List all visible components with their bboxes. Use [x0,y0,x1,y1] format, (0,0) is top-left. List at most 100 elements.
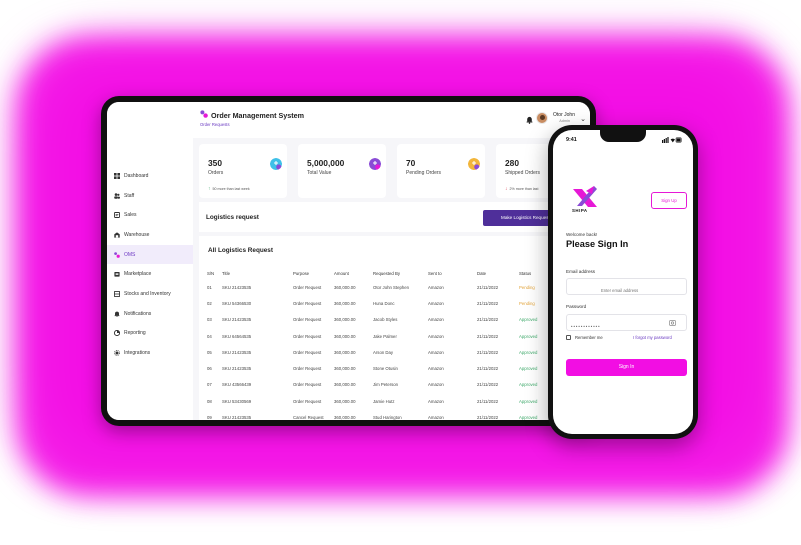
sign-in-heading: Please Sign In [566,239,629,249]
table-row[interactable]: 06 SKU 21423535 Order Request 360,000.00 Sto… [207,360,549,376]
logistics-table: S/N Title Purpose Amount Requested By Se… [207,267,549,421]
reporting-icon [114,330,120,337]
user-role: Admin [559,119,570,123]
email-field[interactable] [567,283,686,298]
table-cell: Amazon [428,382,444,388]
table-row[interactable]: 08 SKU 53430569 Order Request 360,000.00 Jam… [207,393,549,409]
inventory-icon [114,290,120,297]
sidebar-item-oms[interactable]: OMS [107,244,193,265]
tablet-screen: Dashboard Staff Sales Warehouse OMS Mark… [107,102,590,420]
stat-value: 70 [406,158,416,168]
table-row[interactable]: 02 SKU 54366530 Order Request 360,000.00 Hun… [207,295,549,311]
table-cell: 21/11/2022 [477,398,499,404]
table-cell: Arson Day [373,349,394,355]
table-cell: SKU 21423535 [222,349,252,355]
remember-me[interactable]: Remember me [566,335,603,340]
status-time: 9:41 [566,137,577,143]
arrow-up-icon: ↑ [208,186,211,192]
table-cell: SKU 53430569 [222,398,252,404]
table-cell: 21/11/2022 [477,333,499,339]
orders-badge-icon [270,158,282,170]
table-cell: 08 [207,398,212,404]
column-header: Date [477,270,487,276]
sidebar-item-reporting[interactable]: Reporting [107,324,193,344]
table-cell: SKU 21423535 [222,284,252,290]
email-label: Email address [566,269,596,274]
stat-note-text: 50 more than last week [212,187,250,191]
remember-label: Remember me [575,335,603,340]
remember-checkbox[interactable] [566,335,571,340]
oms-logo-icon [200,110,208,118]
sidebar-item-label: Warehouse [124,231,150,238]
sidebar-item-label: Dashboard [124,172,149,179]
table-row[interactable]: 04 SKU 64564535 Order Request 360,000.00 Jak… [207,328,549,344]
avatar[interactable] [536,112,548,124]
eye-icon[interactable] [669,320,676,326]
table-row[interactable]: 03 SKU 21423535 Order Request 360,000.00 Jac… [207,312,549,328]
table-cell: Jim Peterson [373,382,399,388]
user-name: Otor John [553,112,575,118]
table-cell: 06 [207,366,212,372]
table-row[interactable]: 07 SKU 43566439 Order Request 360,000.00 Jim… [207,377,549,393]
stat-note-text: 2% more than last [509,187,539,191]
table-cell: 21/11/2022 [477,382,499,388]
sidebar-item-integrations[interactable]: Integrations [107,343,193,363]
table-cell: SKU 21423535 [222,317,252,323]
column-header: Sent to [428,270,442,276]
breadcrumb[interactable]: Order Requests [200,122,230,127]
table-cell: Amazon [428,300,444,306]
sidebar-item-warehouse[interactable]: Warehouse [107,225,193,245]
table-row[interactable]: 05 SKU 21423535 Order Request 360,000.00 Ars… [207,344,549,360]
table-cell: Amazon [428,398,444,404]
column-header: S/N [207,270,215,276]
bell-icon [114,311,120,317]
column-header: Status [519,270,532,276]
table-cell: Huna Donc [373,300,395,306]
column-header: Purpose [293,270,310,276]
logistics-table-panel: All Logistics Request S/N Title Purpose … [199,236,590,420]
stat-label: Total Value [307,170,332,176]
sidebar-item-staff[interactable]: Staff [107,186,193,206]
sidebar-item-sales[interactable]: Sales [107,205,193,225]
table-row[interactable]: 09 SKU 21423535 Cancel Request 360,000.00 St… [207,409,549,420]
table-cell: SKU 43566439 [222,382,252,388]
table-cell: Cancel Request [293,415,324,420]
forgot-password-link[interactable]: I forgot my password [633,335,672,340]
table-cell: 21/11/2022 [477,366,499,372]
table-cell: SKU 21423535 [222,366,252,372]
notification-bell-icon[interactable] [526,116,533,124]
table-cell: Jake Palmer [373,333,397,339]
table-cell: SKU 21423535 [222,415,252,420]
tablet-device: Dashboard Staff Sales Warehouse OMS Mark… [101,96,596,426]
staff-icon [114,192,120,199]
sign-up-button[interactable]: Sign Up [651,192,687,209]
stat-card-total-value: 5,000,000 Total Value [298,144,386,198]
stat-value: 280 [505,158,519,168]
brand-wordmark: SHIPA [572,208,588,213]
status-cell: Pending [519,300,535,306]
table-cell: SKU 64564535 [222,333,252,339]
sidebar-item-label: Notifications [124,310,152,317]
sidebar-item-label: Integrations [124,350,151,357]
chevron-down-icon[interactable]: ⌄ [580,115,586,123]
table-cell: Order Request [293,300,322,306]
status-cell: Approved [519,317,538,323]
phone-screen: 9:41 SHIPA Sign Up Welcome back! Please … [553,130,693,434]
sign-in-button[interactable]: Sign In [566,359,687,376]
table-cell: Amazon [428,366,444,372]
status-bar-icons [662,137,682,143]
dashboard-icon [114,172,120,179]
sidebar-item-dashboard[interactable]: Dashboard [107,166,193,186]
table-cell: 03 [207,317,212,323]
table-cell: 360,000.00 [334,300,356,306]
sidebar-item-label: Sales [124,212,137,219]
table-cell: 360,000.00 [334,317,356,323]
integrations-icon [114,350,120,356]
sidebar-item-inventory[interactable]: Stocks and Inventory [107,284,193,304]
stat-note: ↓ 2% more than last [505,186,538,192]
sidebar-item-marketplace[interactable]: Marketplace [107,264,193,284]
sidebar-item-notifications[interactable]: Notifications [107,304,193,324]
status-cell: Approved [519,349,538,355]
table-row[interactable]: 01 SKU 21423535 Order Request 360,000.00 Oto… [207,279,549,295]
table-cell: 360,000.00 [334,382,356,388]
